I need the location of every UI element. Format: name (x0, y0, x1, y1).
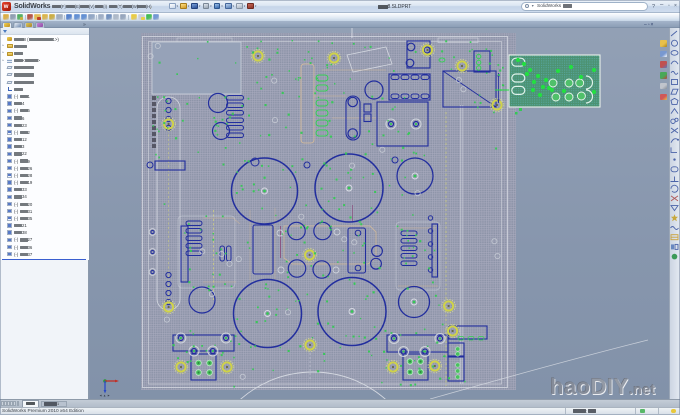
svg-text:◄ ▲ ►: ◄ ▲ ► (99, 394, 110, 398)
